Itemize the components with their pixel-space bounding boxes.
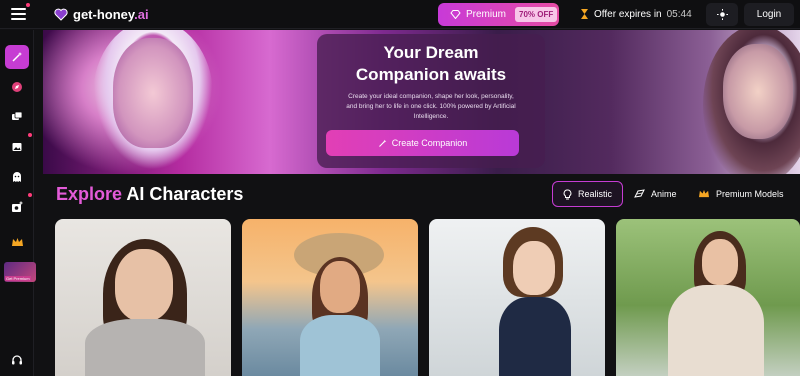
hero-title: Your Dream Companion awaits (317, 42, 545, 86)
hero-banner: Your Dream Companion awaits Create your … (43, 30, 800, 174)
premium-label: Premium (466, 9, 507, 20)
headset-icon (12, 355, 22, 365)
card-figure-face (320, 261, 360, 313)
hero-character-right (723, 44, 793, 139)
section-title-rest: AI Characters (126, 184, 244, 204)
crown-icon (699, 189, 709, 198)
character-card[interactable] (616, 219, 800, 376)
card-figure-face (115, 249, 173, 321)
ghost-icon (13, 172, 21, 182)
notification-dot (26, 3, 30, 7)
card-figure-face (702, 239, 738, 285)
premium-thumbnail[interactable]: Get Premium (4, 262, 36, 282)
sidebar-item-ghost[interactable] (5, 165, 29, 189)
hero-character-left (113, 38, 193, 148)
lightbulb-icon (563, 188, 572, 199)
notification-dot (28, 193, 32, 197)
hero-title-line1: Your Dream (383, 43, 479, 62)
crown-icon (11, 237, 23, 246)
image-gallery-icon (12, 143, 22, 151)
sidebar-item-add-photo[interactable] (5, 193, 32, 219)
compass-icon (12, 82, 22, 92)
hero-description: Create your ideal companion, shape her l… (346, 93, 516, 120)
sidebar: Get Premium (0, 30, 36, 376)
premium-button[interactable]: Premium 70% OFF (438, 3, 559, 26)
filter-anime-label: Anime (651, 189, 677, 199)
character-card[interactable] (55, 219, 231, 376)
filter-anime[interactable]: Anime (624, 181, 687, 207)
anime-icon (634, 189, 645, 198)
top-bar: get-honey.ai Premium 70% OFF Offer expir… (0, 0, 800, 29)
login-button[interactable]: Login (744, 3, 794, 26)
offer-label: Offer expires in (594, 8, 662, 20)
card-figure-body (499, 297, 571, 376)
filter-premium-models[interactable]: Premium Models (688, 181, 794, 207)
logo-suffix: .ai (134, 6, 149, 22)
create-companion-label: Create Companion (391, 138, 468, 148)
card-figure-face (513, 241, 555, 295)
magic-wand-icon (12, 52, 22, 62)
hourglass-icon (581, 9, 588, 19)
offer-timer: Offer expires in 05:44 (580, 8, 692, 20)
menu-icon[interactable] (11, 8, 26, 20)
premium-discount-badge: 70% OFF (515, 7, 558, 22)
add-photo-icon (12, 201, 23, 212)
chat-bubbles-icon (12, 111, 23, 120)
filter-realistic-label: Realistic (578, 189, 613, 199)
section-title-accent: Explore (56, 184, 123, 204)
sidebar-item-gallery[interactable] (5, 133, 32, 159)
character-card[interactable] (429, 219, 605, 376)
offer-time: 05:44 (666, 8, 692, 20)
create-companion-button[interactable]: Create Companion (326, 130, 519, 156)
sun-icon (716, 9, 728, 20)
card-figure-body (668, 285, 764, 376)
logo[interactable]: get-honey.ai (54, 6, 149, 22)
sidebar-item-premium[interactable] (5, 230, 29, 254)
magic-wand-icon (378, 139, 386, 147)
theme-toggle-button[interactable] (706, 3, 738, 26)
sidebar-item-create[interactable] (5, 45, 29, 69)
card-figure-body (300, 315, 380, 376)
section-title: Explore AI Characters (56, 184, 243, 205)
heart-logo-icon (54, 8, 68, 21)
sidebar-item-support[interactable] (5, 348, 29, 372)
hero-title-line2: Companion awaits (355, 65, 507, 84)
filter-realistic[interactable]: Realistic (552, 181, 624, 207)
notification-dot (28, 133, 32, 137)
premium-thumbnail-label: Get Premium (5, 276, 31, 281)
diamond-icon (450, 10, 461, 19)
filter-premium-models-label: Premium Models (716, 189, 784, 199)
sidebar-item-explore[interactable] (5, 75, 29, 99)
logo-name: get-honey (73, 6, 135, 22)
sidebar-item-chat[interactable] (5, 105, 29, 129)
character-card[interactable] (242, 219, 418, 376)
card-figure-body (85, 319, 205, 376)
